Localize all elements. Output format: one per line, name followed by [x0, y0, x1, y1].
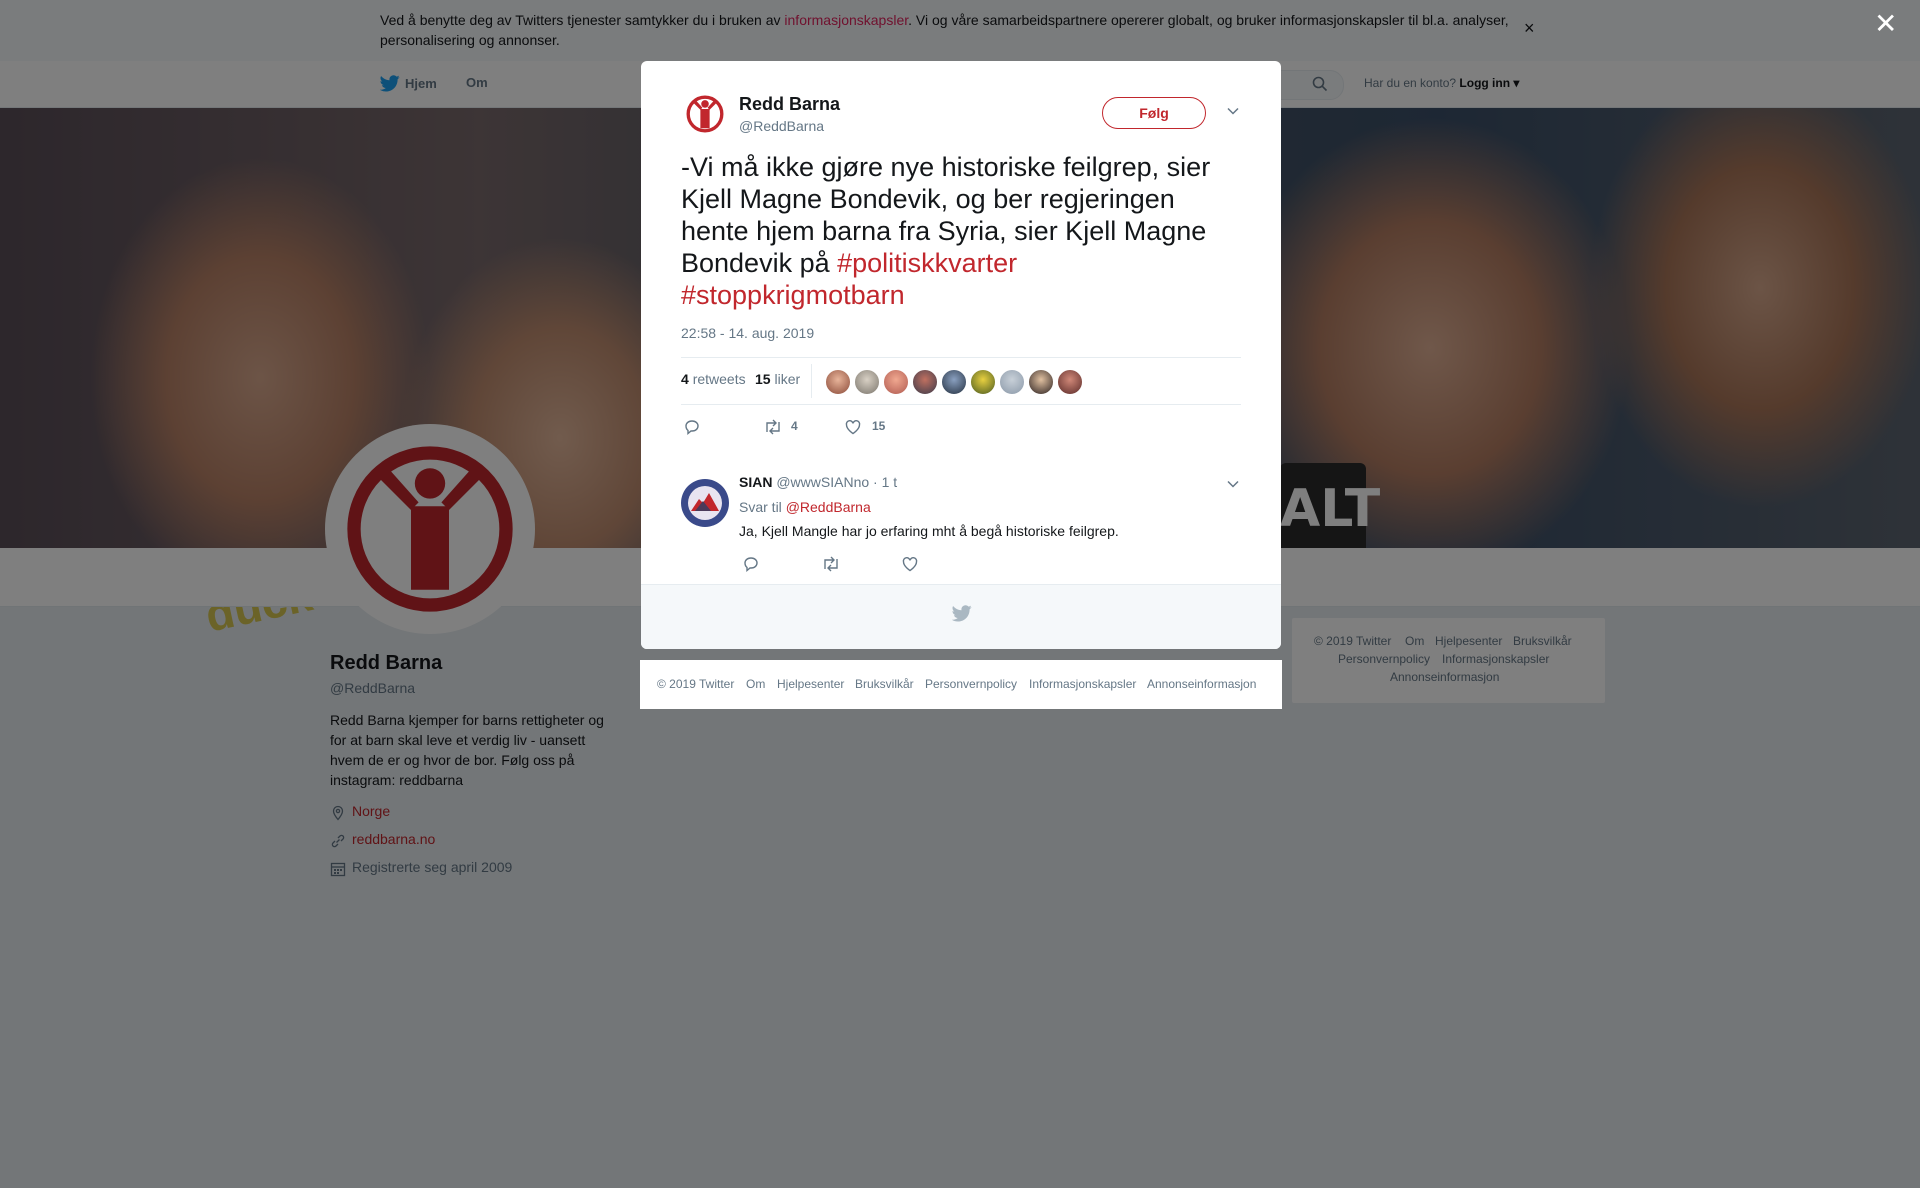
retweet-count: 4 — [791, 419, 798, 433]
chevron-down-icon[interactable] — [1226, 106, 1240, 116]
hashtag-link[interactable]: #politiskkvarter — [837, 248, 1017, 278]
retweet-icon — [766, 419, 780, 435]
liker-avatar[interactable] — [941, 369, 967, 395]
modal-bottom-bar — [641, 584, 1281, 649]
like-count: 15 — [872, 419, 886, 433]
footer-about-link[interactable]: Om — [746, 677, 765, 691]
tweet-modal: Redd Barna @ReddBarna Følg -Vi må ikke g… — [641, 61, 1281, 649]
footer-privacy-link[interactable]: Personvernpolicy — [925, 677, 1017, 691]
reply-author-name: SIAN — [739, 474, 773, 490]
reply-time: · 1 t — [873, 474, 898, 490]
liker-avatar[interactable] — [1028, 369, 1054, 395]
likes-count: 15 — [755, 371, 771, 387]
heart-icon — [845, 420, 861, 435]
chevron-down-icon[interactable] — [1226, 479, 1240, 489]
tweet-timestamp[interactable]: 22:58 - 14. aug. 2019 — [681, 325, 814, 341]
tweet-author-name[interactable]: Redd Barna — [739, 94, 840, 115]
reply-to-label: Svar til — [739, 499, 782, 515]
tweet-author-avatar[interactable] — [684, 93, 726, 135]
retweets-stat[interactable]: 4 retweets — [681, 371, 746, 387]
footer-cookies-link[interactable]: Informasjonskapsler — [1029, 677, 1136, 691]
sian-logo-icon — [683, 481, 727, 525]
reply-icon — [685, 420, 699, 435]
liker-avatar[interactable] — [912, 369, 938, 395]
reply-text: Ja, Kjell Mangle har jo erfaring mht å b… — [739, 523, 1119, 539]
twitter-bird-icon — [952, 605, 972, 622]
divider — [681, 404, 1241, 405]
divider — [811, 364, 812, 398]
tweet-text: -Vi må ikke gjøre nye historiske feilgre… — [681, 151, 1241, 311]
hashtag-link[interactable]: #stoppkrigmotbarn — [681, 280, 905, 310]
liker-avatar[interactable] — [1057, 369, 1083, 395]
close-modal-button[interactable]: ✕ — [1874, 10, 1897, 38]
retweet-icon[interactable] — [821, 555, 841, 573]
reply-author-line[interactable]: SIAN @wwwSIANno · 1 t — [739, 474, 897, 490]
liker-avatar[interactable] — [883, 369, 909, 395]
tweet-author-handle[interactable]: @ReddBarna — [739, 118, 824, 134]
retweets-count: 4 — [681, 371, 689, 387]
likes-stat[interactable]: 15 liker — [755, 371, 800, 387]
liker-avatar[interactable] — [825, 369, 851, 395]
liker-avatar[interactable] — [999, 369, 1025, 395]
retweets-label: retweets — [692, 371, 746, 387]
reply-to-handle-link[interactable]: @ReddBarna — [786, 499, 871, 515]
reply-author-avatar[interactable] — [681, 479, 729, 527]
reply-icon[interactable] — [742, 555, 760, 573]
likes-label: liker — [774, 371, 801, 387]
redd-barna-logo-icon — [686, 95, 724, 133]
footer-copyright[interactable]: © 2019 Twitter — [657, 677, 734, 691]
divider — [681, 357, 1241, 358]
reply-author-handle: @wwwSIANno — [776, 474, 870, 490]
footer-help-link[interactable]: Hjelpesenter — [777, 677, 844, 691]
heart-icon[interactable] — [901, 555, 919, 573]
footer-terms-link[interactable]: Bruksvilkår — [855, 677, 914, 691]
follow-button[interactable]: Følg — [1102, 97, 1206, 129]
liker-avatar[interactable] — [970, 369, 996, 395]
footer-ads-link[interactable]: Annonseinformasjon — [1147, 677, 1256, 691]
liker-avatar[interactable] — [854, 369, 880, 395]
modal-footer: © 2019 Twitter Om Hjelpesenter Bruksvilk… — [640, 660, 1282, 709]
reply-to-line: Svar til @ReddBarna — [739, 499, 871, 515]
